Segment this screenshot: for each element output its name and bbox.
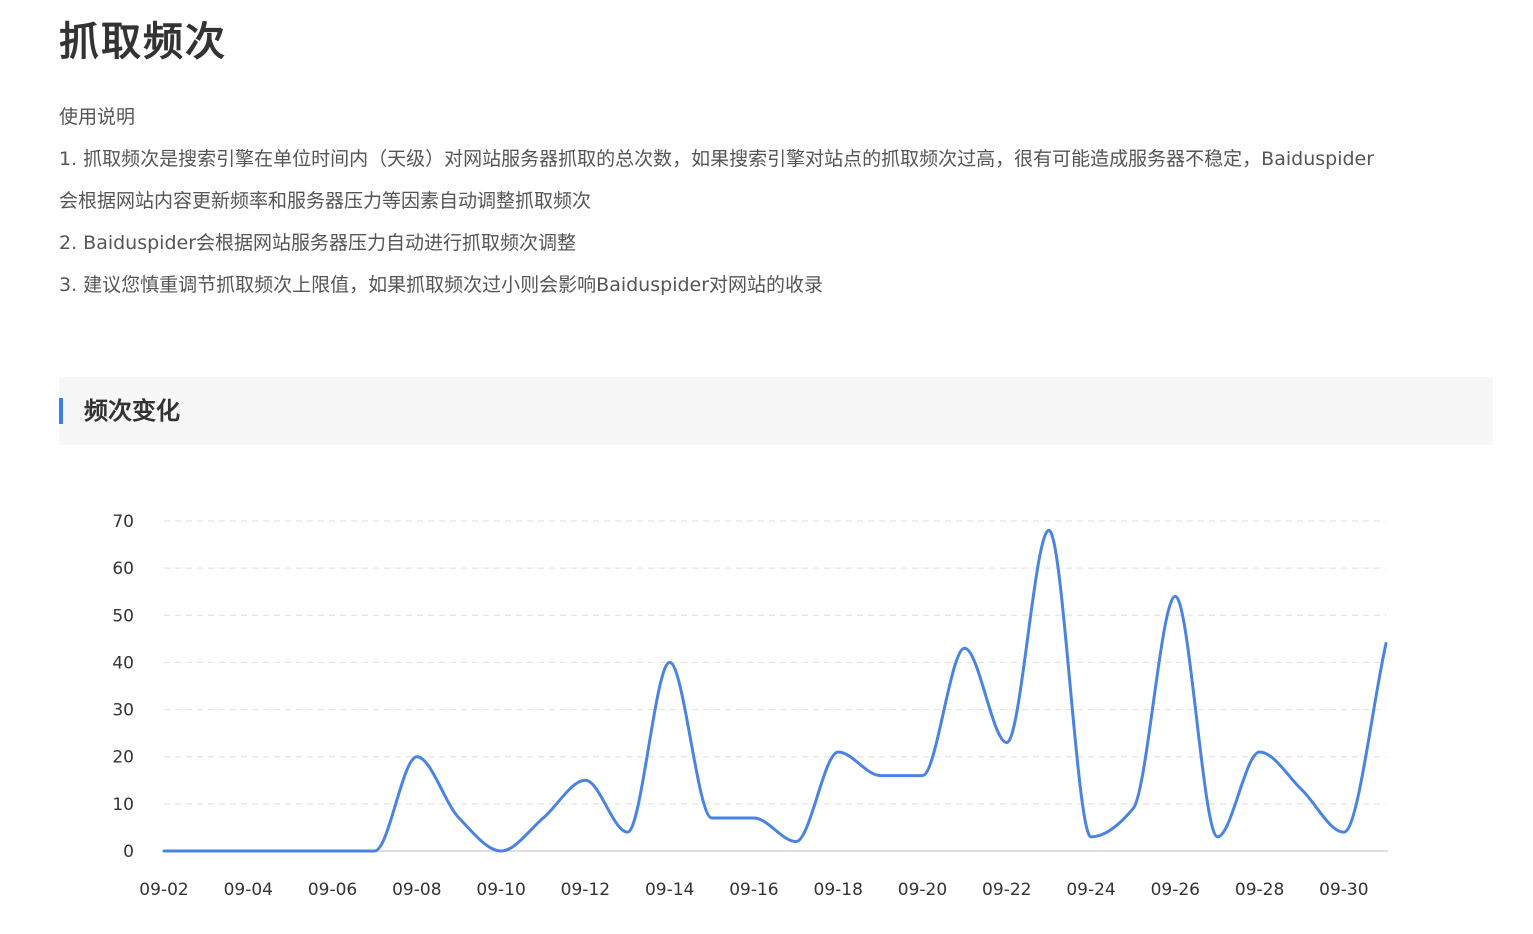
chart-series	[162, 528, 1388, 853]
y-tick-label: 60	[112, 559, 134, 579]
x-tick-label: 09-18	[814, 880, 863, 900]
x-tick-label: 09-26	[1151, 880, 1200, 900]
x-tick-label: 09-04	[224, 880, 273, 900]
x-tick-label: 09-08	[392, 880, 441, 900]
y-tick-label: 0	[123, 842, 134, 862]
x-tick-label: 09-28	[1235, 880, 1284, 900]
page-title: 抓取频次	[59, 19, 227, 65]
x-tick-label: 09-02	[139, 880, 188, 900]
y-tick-label: 20	[112, 748, 134, 768]
y-tick-label: 50	[112, 606, 134, 626]
x-tick-label: 09-12	[561, 880, 610, 900]
section-header: 频次变化	[59, 377, 1493, 445]
y-tick-label: 30	[112, 701, 134, 721]
description-item-3: 3. 建议您慎重调节抓取频次上限值，如果抓取频次过小则会影响Baiduspide…	[59, 274, 824, 296]
description-item-1: 1. 抓取频次是搜索引擎在单位时间内（天级）对网站服务器抓取的总次数，如果搜索引…	[59, 148, 1375, 170]
description-item-1-continued: 会根据网站内容更新频率和服务器压力等因素自动调整抓取频次	[59, 190, 592, 212]
chart-axes: 0 10 20 30 40 50 60 70 09-02 09-04 09-06 09-08 09-10…	[112, 512, 1388, 900]
section-accent-bar	[59, 398, 63, 424]
chart-grid	[164, 520, 1386, 805]
y-tick-label: 70	[112, 512, 134, 532]
description-item-2: 2. Baiduspider会根据网站服务器压力自动进行抓取频次调整	[59, 232, 577, 254]
x-tick-label: 09-24	[1066, 880, 1115, 900]
usage-description: 使用说明 1. 抓取频次是搜索引擎在单位时间内（天级）对网站服务器抓取的总次数，…	[59, 96, 1499, 306]
y-tick-label: 10	[112, 795, 134, 815]
x-tick-label: 09-30	[1319, 880, 1368, 900]
section-title: 频次变化	[84, 397, 180, 425]
description-heading: 使用说明	[59, 106, 136, 128]
x-tick-label: 09-06	[308, 880, 357, 900]
y-tick-label: 40	[112, 653, 134, 673]
series-line-0	[162, 528, 1388, 853]
x-tick-label: 09-16	[729, 880, 778, 900]
x-tick-label: 09-20	[898, 880, 947, 900]
x-tick-label: 09-22	[982, 880, 1031, 900]
x-tick-label: 09-10	[476, 880, 525, 900]
x-tick-label: 09-14	[645, 880, 694, 900]
